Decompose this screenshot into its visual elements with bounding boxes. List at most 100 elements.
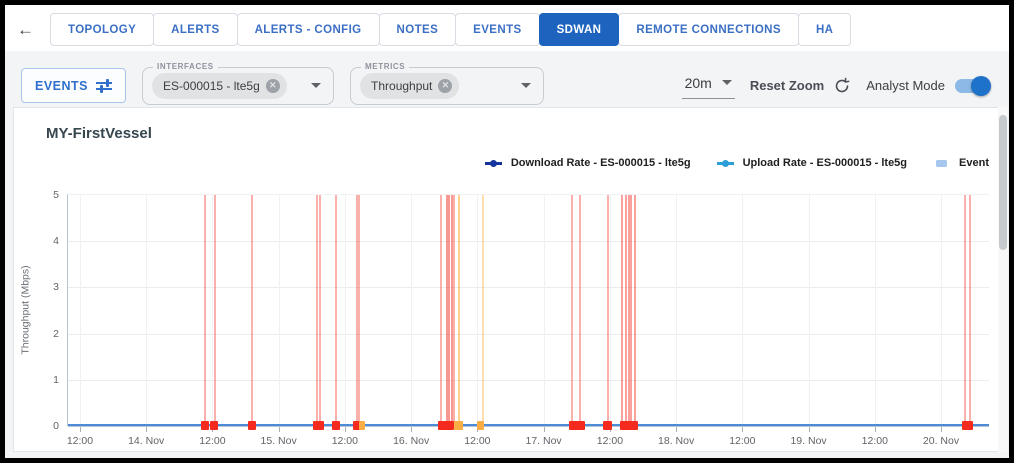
event-marker[interactable] [620,421,638,430]
v-gridline [544,195,545,426]
event-line [251,195,253,426]
legend-line-dot-icon [717,159,734,167]
x-tick-label: 19. Nov [790,435,826,447]
event-line [571,195,573,426]
chart-panel: MY-FirstVessel Download Rate - ES-000015… [13,107,1001,452]
event-line [335,195,337,426]
tab-notes[interactable]: NOTES [379,13,457,46]
legend-item-download-rate-es-000015-lte5g[interactable]: Download Rate - ES-000015 - lte5g [485,157,691,169]
v-gridline [676,195,677,426]
refresh-icon[interactable] [833,77,851,95]
tab-events[interactable]: EVENTS [455,13,539,46]
y-tick-label: 5 [53,189,68,201]
chart-legend: Download Rate - ES-000015 - lte5g Upload … [485,157,989,169]
event-marker[interactable] [313,421,324,430]
x-tick-mark [279,427,280,432]
event-marker[interactable] [438,421,454,430]
interface-chip[interactable]: ES-000015 - lte5g ✕ [152,73,287,99]
app-window: ← TOPOLOGYALERTSALERTS - CONFIGNOTESEVEN… [5,5,1009,458]
tune-filter-icon [96,79,112,93]
chip-remove-icon[interactable]: ✕ [266,79,280,93]
x-tick-mark [544,427,545,432]
y-axis-title: Throughput (Mbps) [19,194,33,426]
metrics-field-label: METRICS [361,62,409,71]
scrollbar-thumb[interactable] [999,115,1007,250]
chevron-down-icon [722,80,732,85]
x-tick-label: 14. Nov [128,435,164,447]
legend-label: Upload Rate - ES-000015 - lte5g [743,157,907,169]
event-marker[interactable] [454,421,463,430]
metric-chip-label: Throughput [371,79,432,93]
event-marker[interactable] [210,421,218,430]
event-line [316,195,318,426]
event-marker[interactable] [962,421,973,430]
x-tick-label: 16. Nov [393,435,429,447]
h-gridline [68,380,989,381]
y-tick-label: 3 [53,281,68,293]
chart-plot-area[interactable]: 01234512:0014. Nov12:0015. Nov12:0016. N… [67,194,989,426]
analyst-mode-label: Analyst Mode [866,78,945,93]
legend-square-icon [933,159,950,167]
v-gridline [80,195,81,426]
event-marker[interactable] [477,421,484,430]
events-filter-button[interactable]: EVENTS [21,68,126,103]
h-gridline [68,241,989,242]
chip-remove-icon[interactable]: ✕ [438,79,452,93]
event-marker[interactable] [332,421,340,430]
vertical-scrollbar[interactable] [998,107,1008,452]
analyst-mode-toggle[interactable] [955,79,989,93]
event-line [634,195,636,426]
interval-select[interactable]: 20m [682,73,735,99]
chart-title: MY-FirstVessel [46,125,152,142]
event-marker[interactable] [603,421,612,430]
legend-line-dot-icon [485,159,502,167]
metrics-select[interactable]: METRICS Throughput ✕ [350,67,544,105]
tab-alerts-config[interactable]: ALERTS - CONFIG [237,13,380,46]
v-gridline [941,195,942,426]
x-tick-label: 12:00 [67,435,93,447]
event-marker[interactable] [577,421,585,430]
legend-label: Event [959,157,989,169]
tab-ha[interactable]: HA [798,13,851,46]
v-gridline [345,195,346,426]
toggle-knob [971,76,991,96]
event-line [319,195,321,426]
back-arrow-icon[interactable]: ← [17,20,34,40]
v-gridline [809,195,810,426]
x-tick-label: 20. Nov [923,435,959,447]
y-tick-label: 0 [53,420,68,432]
legend-item-upload-rate-es-000015-lte5g[interactable]: Upload Rate - ES-000015 - lte5g [717,157,907,169]
tab-alerts[interactable]: ALERTS [153,13,237,46]
event-line [969,195,971,426]
x-tick-mark [941,427,942,432]
chevron-down-icon [311,83,321,88]
event-marker[interactable] [248,421,256,430]
v-gridline [875,195,876,426]
reset-zoom-button[interactable]: Reset Zoom [750,77,851,95]
tab-sdwan[interactable]: SDWAN [539,13,620,46]
event-line [607,195,609,426]
event-marker[interactable] [201,421,209,430]
page-content: EVENTS INTERFACES ES-000015 - lte5g ✕ ME… [5,51,1009,458]
x-tick-label: 12:00 [862,435,888,447]
screenshot-viewport: ← TOPOLOGYALERTSALERTS - CONFIGNOTESEVEN… [0,0,1014,463]
x-tick-label: 18. Nov [658,435,694,447]
legend-item-event[interactable]: Event [933,157,989,169]
tab-topology[interactable]: TOPOLOGY [50,13,154,46]
x-tick-label: 17. Nov [526,435,562,447]
event-line [482,195,484,426]
x-tick-label: 12:00 [199,435,225,447]
event-marker[interactable] [359,421,365,430]
tab-remote-connections[interactable]: REMOTE CONNECTIONS [618,13,799,46]
x-tick-label: 12:00 [729,435,755,447]
tabs-container: TOPOLOGYALERTSALERTS - CONFIGNOTESEVENTS… [50,13,851,46]
h-gridline [68,334,989,335]
chart-toolbar: EVENTS INTERFACES ES-000015 - lte5g ✕ ME… [5,51,1009,107]
event-line [458,195,460,426]
x-tick-mark [146,427,147,432]
metric-chip[interactable]: Throughput ✕ [360,73,459,99]
x-tick-label: 12:00 [597,435,623,447]
interfaces-select[interactable]: INTERFACES ES-000015 - lte5g ✕ [142,67,334,105]
event-line [440,195,442,426]
v-gridline [146,195,147,426]
